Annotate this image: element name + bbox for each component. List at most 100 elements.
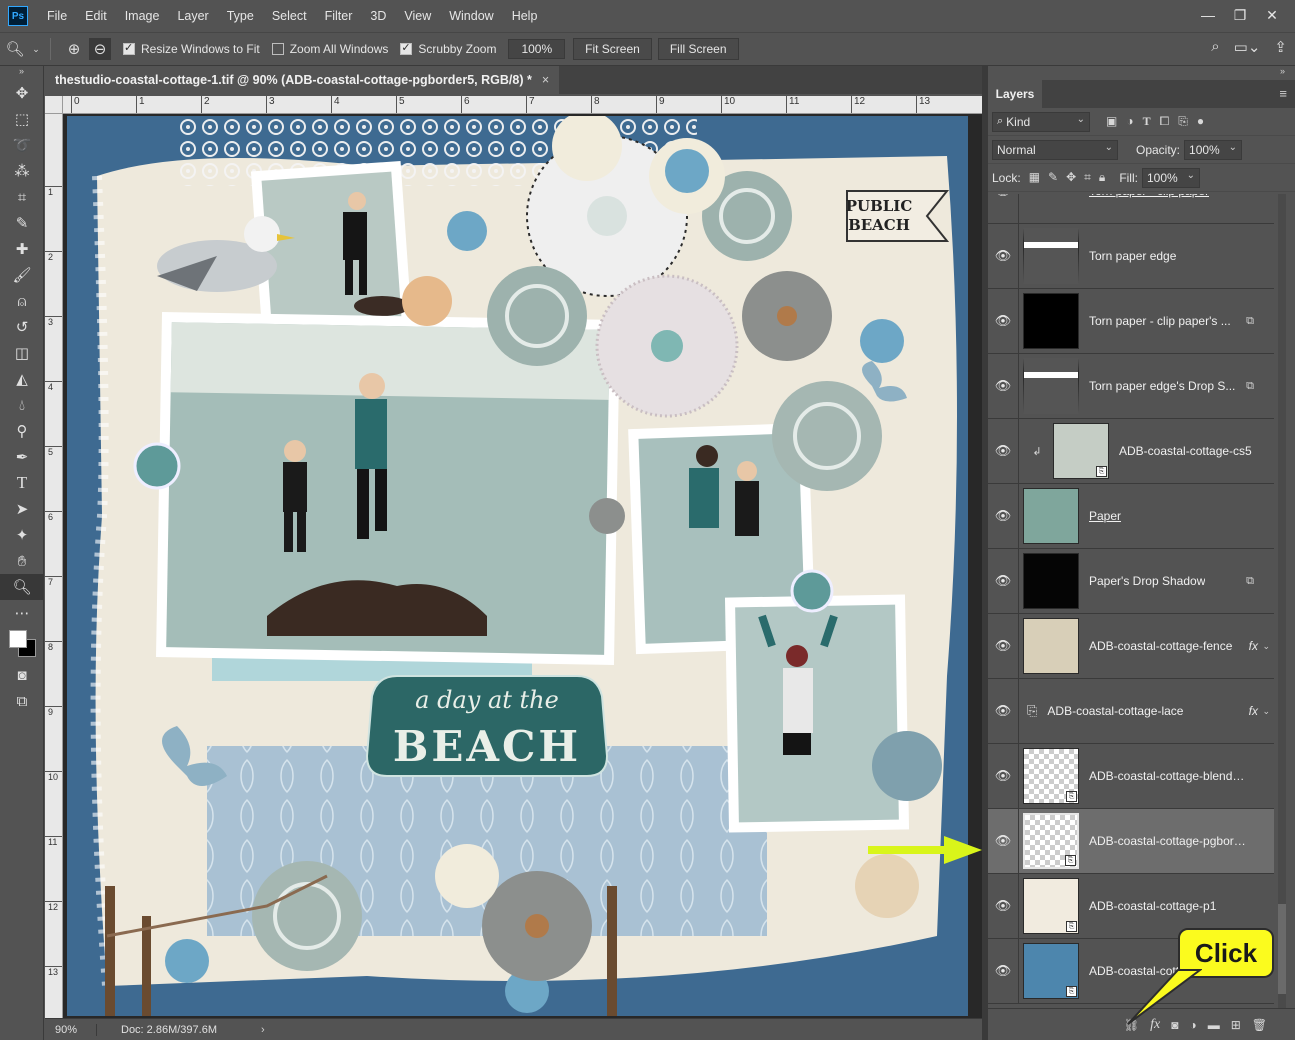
visibility-eye-icon[interactable]: 👁︎	[988, 638, 1018, 654]
layer-row[interactable]: 👁︎ Paper	[988, 483, 1274, 549]
menu-filter[interactable]: Filter	[316, 9, 362, 23]
filter-kind-dropdown[interactable]: ⌕ Kind ⌄	[992, 111, 1090, 132]
zoom-percentage-field[interactable]: 100%	[508, 39, 566, 59]
visibility-eye-icon[interactable]: 👁︎	[988, 898, 1018, 914]
menu-type[interactable]: Type	[218, 9, 263, 23]
group-folder-icon[interactable]: ▬	[1208, 1018, 1220, 1032]
clone-stamp-tool-icon[interactable]: ⍝	[0, 288, 44, 314]
layer-row[interactable]: 👁︎ Torn paper - clip paper	[988, 194, 1274, 224]
layer-row[interactable]: 👁︎ ⎘ ADB-coastal-cottage-lace fx ⌄	[988, 678, 1274, 744]
layer-row[interactable]: 👁︎ ADB-coastal-cottage-fence fx ⌄	[988, 613, 1274, 679]
workspace-icon[interactable]: ▭⌄	[1234, 38, 1261, 56]
preset-dropdown-icon[interactable]: ⌄	[30, 38, 42, 60]
visibility-eye-icon[interactable]: 👁︎	[988, 768, 1018, 784]
delete-layer-icon[interactable]: 🗑︎	[1252, 1018, 1267, 1032]
magic-wand-tool-icon[interactable]: ⁂	[0, 158, 44, 184]
document-canvas[interactable]: PUBLIC BEACH a day at the BEACH	[67, 116, 968, 1016]
menu-help[interactable]: Help	[503, 9, 547, 23]
vertical-ruler[interactable]: 1 2 3 4 5 6 7 8 9 10 11 12 13	[45, 114, 63, 1018]
visibility-eye-icon[interactable]: 👁︎	[988, 248, 1018, 264]
ruler-origin[interactable]	[45, 96, 63, 114]
close-document-icon[interactable]: ×	[542, 73, 549, 87]
resize-windows-checkbox[interactable]: Resize Windows to Fit	[123, 41, 260, 56]
opacity-field[interactable]: 100% ⌄	[1184, 139, 1243, 160]
horizontal-ruler[interactable]: 0 1 2 3 4 5 6 7 8 9 10 11 12 13	[63, 96, 982, 114]
visibility-eye-icon[interactable]: 👁︎	[988, 703, 1018, 719]
lock-pixels-icon[interactable]: ✎	[1048, 170, 1058, 185]
healing-brush-tool-icon[interactable]: ✚	[0, 236, 44, 262]
shape-tool-icon[interactable]: ✦	[0, 522, 44, 548]
paint-bucket-tool-icon[interactable]: ◭	[0, 366, 44, 392]
menu-3d[interactable]: 3D	[361, 9, 395, 23]
new-layer-icon[interactable]: ⊞	[1231, 1018, 1241, 1032]
zoom-in-icon[interactable]: ⊕	[63, 38, 85, 60]
visibility-eye-icon[interactable]: 👁︎	[988, 833, 1018, 849]
eraser-tool-icon[interactable]: ◫	[0, 340, 44, 366]
fill-field[interactable]: 100% ⌄	[1141, 167, 1200, 188]
blur-tool-icon[interactable]: 💧︎	[0, 392, 44, 418]
visibility-eye-icon[interactable]: 👁︎	[988, 313, 1018, 329]
expand-effects-icon[interactable]: ⌄	[1262, 706, 1270, 717]
visibility-eye-icon[interactable]: 👁︎	[988, 443, 1018, 459]
crop-tool-icon[interactable]: ⌗	[0, 184, 44, 210]
visibility-eye-icon[interactable]: 👁︎	[988, 573, 1018, 589]
pixel-filter-icon[interactable]: ▣	[1106, 114, 1117, 129]
menu-image[interactable]: Image	[116, 9, 169, 23]
layers-list[interactable]: 👁︎ Torn paper - clip paper 👁︎ Torn paper ed…	[988, 194, 1274, 1008]
type-tool-icon[interactable]: T	[0, 470, 44, 496]
history-brush-tool-icon[interactable]: ↺	[0, 314, 44, 340]
adjustment-filter-icon[interactable]: ◑	[1126, 114, 1133, 129]
blend-mode-dropdown[interactable]: Normal ⌄	[992, 139, 1118, 160]
type-filter-icon[interactable]: T	[1143, 114, 1151, 129]
zoom-all-windows-checkbox[interactable]: Zoom All Windows	[271, 42, 388, 56]
layer-row[interactable]: 👁︎ Paper's Drop Shadow ⧉	[988, 548, 1274, 614]
status-menu-arrow-icon[interactable]: ›	[261, 1024, 265, 1036]
quick-mask-icon[interactable]: ◙	[0, 662, 44, 688]
lock-artboard-icon[interactable]: ⌗	[1084, 170, 1091, 185]
lock-position-icon[interactable]: ✥	[1066, 170, 1076, 185]
zoom-out-icon[interactable]: ⊖	[89, 38, 111, 60]
collapse-panels-icon[interactable]: »	[988, 66, 1295, 80]
menu-view[interactable]: View	[395, 9, 440, 23]
hand-tool-icon[interactable]: ✋︎	[0, 548, 44, 574]
menu-edit[interactable]: Edit	[76, 9, 116, 23]
filter-toggle-icon[interactable]: ●	[1197, 114, 1204, 129]
minimize-button[interactable]: —	[1193, 4, 1223, 26]
visibility-eye-icon[interactable]: 👁︎	[988, 194, 1018, 199]
color-swatches[interactable]	[0, 626, 44, 662]
tab-layers[interactable]: Layers	[988, 80, 1042, 108]
lock-transparency-icon[interactable]: ▦	[1029, 170, 1040, 185]
layers-scrollbar[interactable]	[1278, 194, 1286, 1008]
foreground-color-swatch[interactable]	[9, 630, 27, 648]
layer-row[interactable]: 👁︎ ↲ ⎘ ADB-coastal-cottage-cs5	[988, 418, 1274, 484]
scrubby-zoom-checkbox[interactable]: Scrubby Zoom	[400, 41, 496, 56]
zoom-level-status[interactable]: 90%	[45, 1023, 97, 1036]
lasso-tool-icon[interactable]: ➰	[0, 132, 44, 158]
screen-mode-icon[interactable]: ⧉	[0, 688, 44, 714]
scrollbar-thumb[interactable]	[1278, 904, 1286, 994]
restore-button[interactable]: ❐	[1225, 4, 1255, 26]
pen-tool-icon[interactable]: ✒	[0, 444, 44, 470]
menu-window[interactable]: Window	[440, 9, 502, 23]
zoom-tool-icon[interactable]: 🔍︎	[0, 574, 44, 600]
layer-row[interactable]: 👁︎ ⎘ ADB-coastal-cottage-pgborder5	[988, 808, 1274, 874]
expand-effects-icon[interactable]: ⌄	[1262, 641, 1270, 652]
move-tool-icon[interactable]: ✥	[0, 80, 44, 106]
visibility-eye-icon[interactable]: 👁︎	[988, 963, 1018, 979]
document-tab[interactable]: thestudio-coastal-cottage-1.tif @ 90% (A…	[45, 66, 560, 94]
lock-all-icon[interactable]: 🔒︎	[1099, 170, 1105, 185]
path-selection-tool-icon[interactable]: ➤	[0, 496, 44, 522]
search-icon[interactable]: ⌕	[1211, 38, 1219, 56]
brush-tool-icon[interactable]: 🖌︎	[0, 262, 44, 288]
layer-row[interactable]: 👁︎ Torn paper edge	[988, 223, 1274, 289]
fit-screen-button[interactable]: Fit Screen	[573, 38, 652, 60]
layer-row[interactable]: 👁︎ Torn paper - clip paper's ... ⧉	[988, 288, 1274, 354]
canvas-area[interactable]: PUBLIC BEACH a day at the BEACH	[63, 114, 982, 1018]
layer-effects-icon[interactable]: fx	[1249, 704, 1258, 718]
layer-effects-icon[interactable]: fx	[1249, 639, 1258, 653]
eyedropper-tool-icon[interactable]: ✎	[0, 210, 44, 236]
menu-select[interactable]: Select	[263, 9, 316, 23]
dodge-tool-icon[interactable]: ⚲	[0, 418, 44, 444]
zoom-tool-preset-icon[interactable]: 🔍︎	[4, 38, 26, 60]
edit-toolbar-icon[interactable]: ⋯	[0, 600, 44, 626]
